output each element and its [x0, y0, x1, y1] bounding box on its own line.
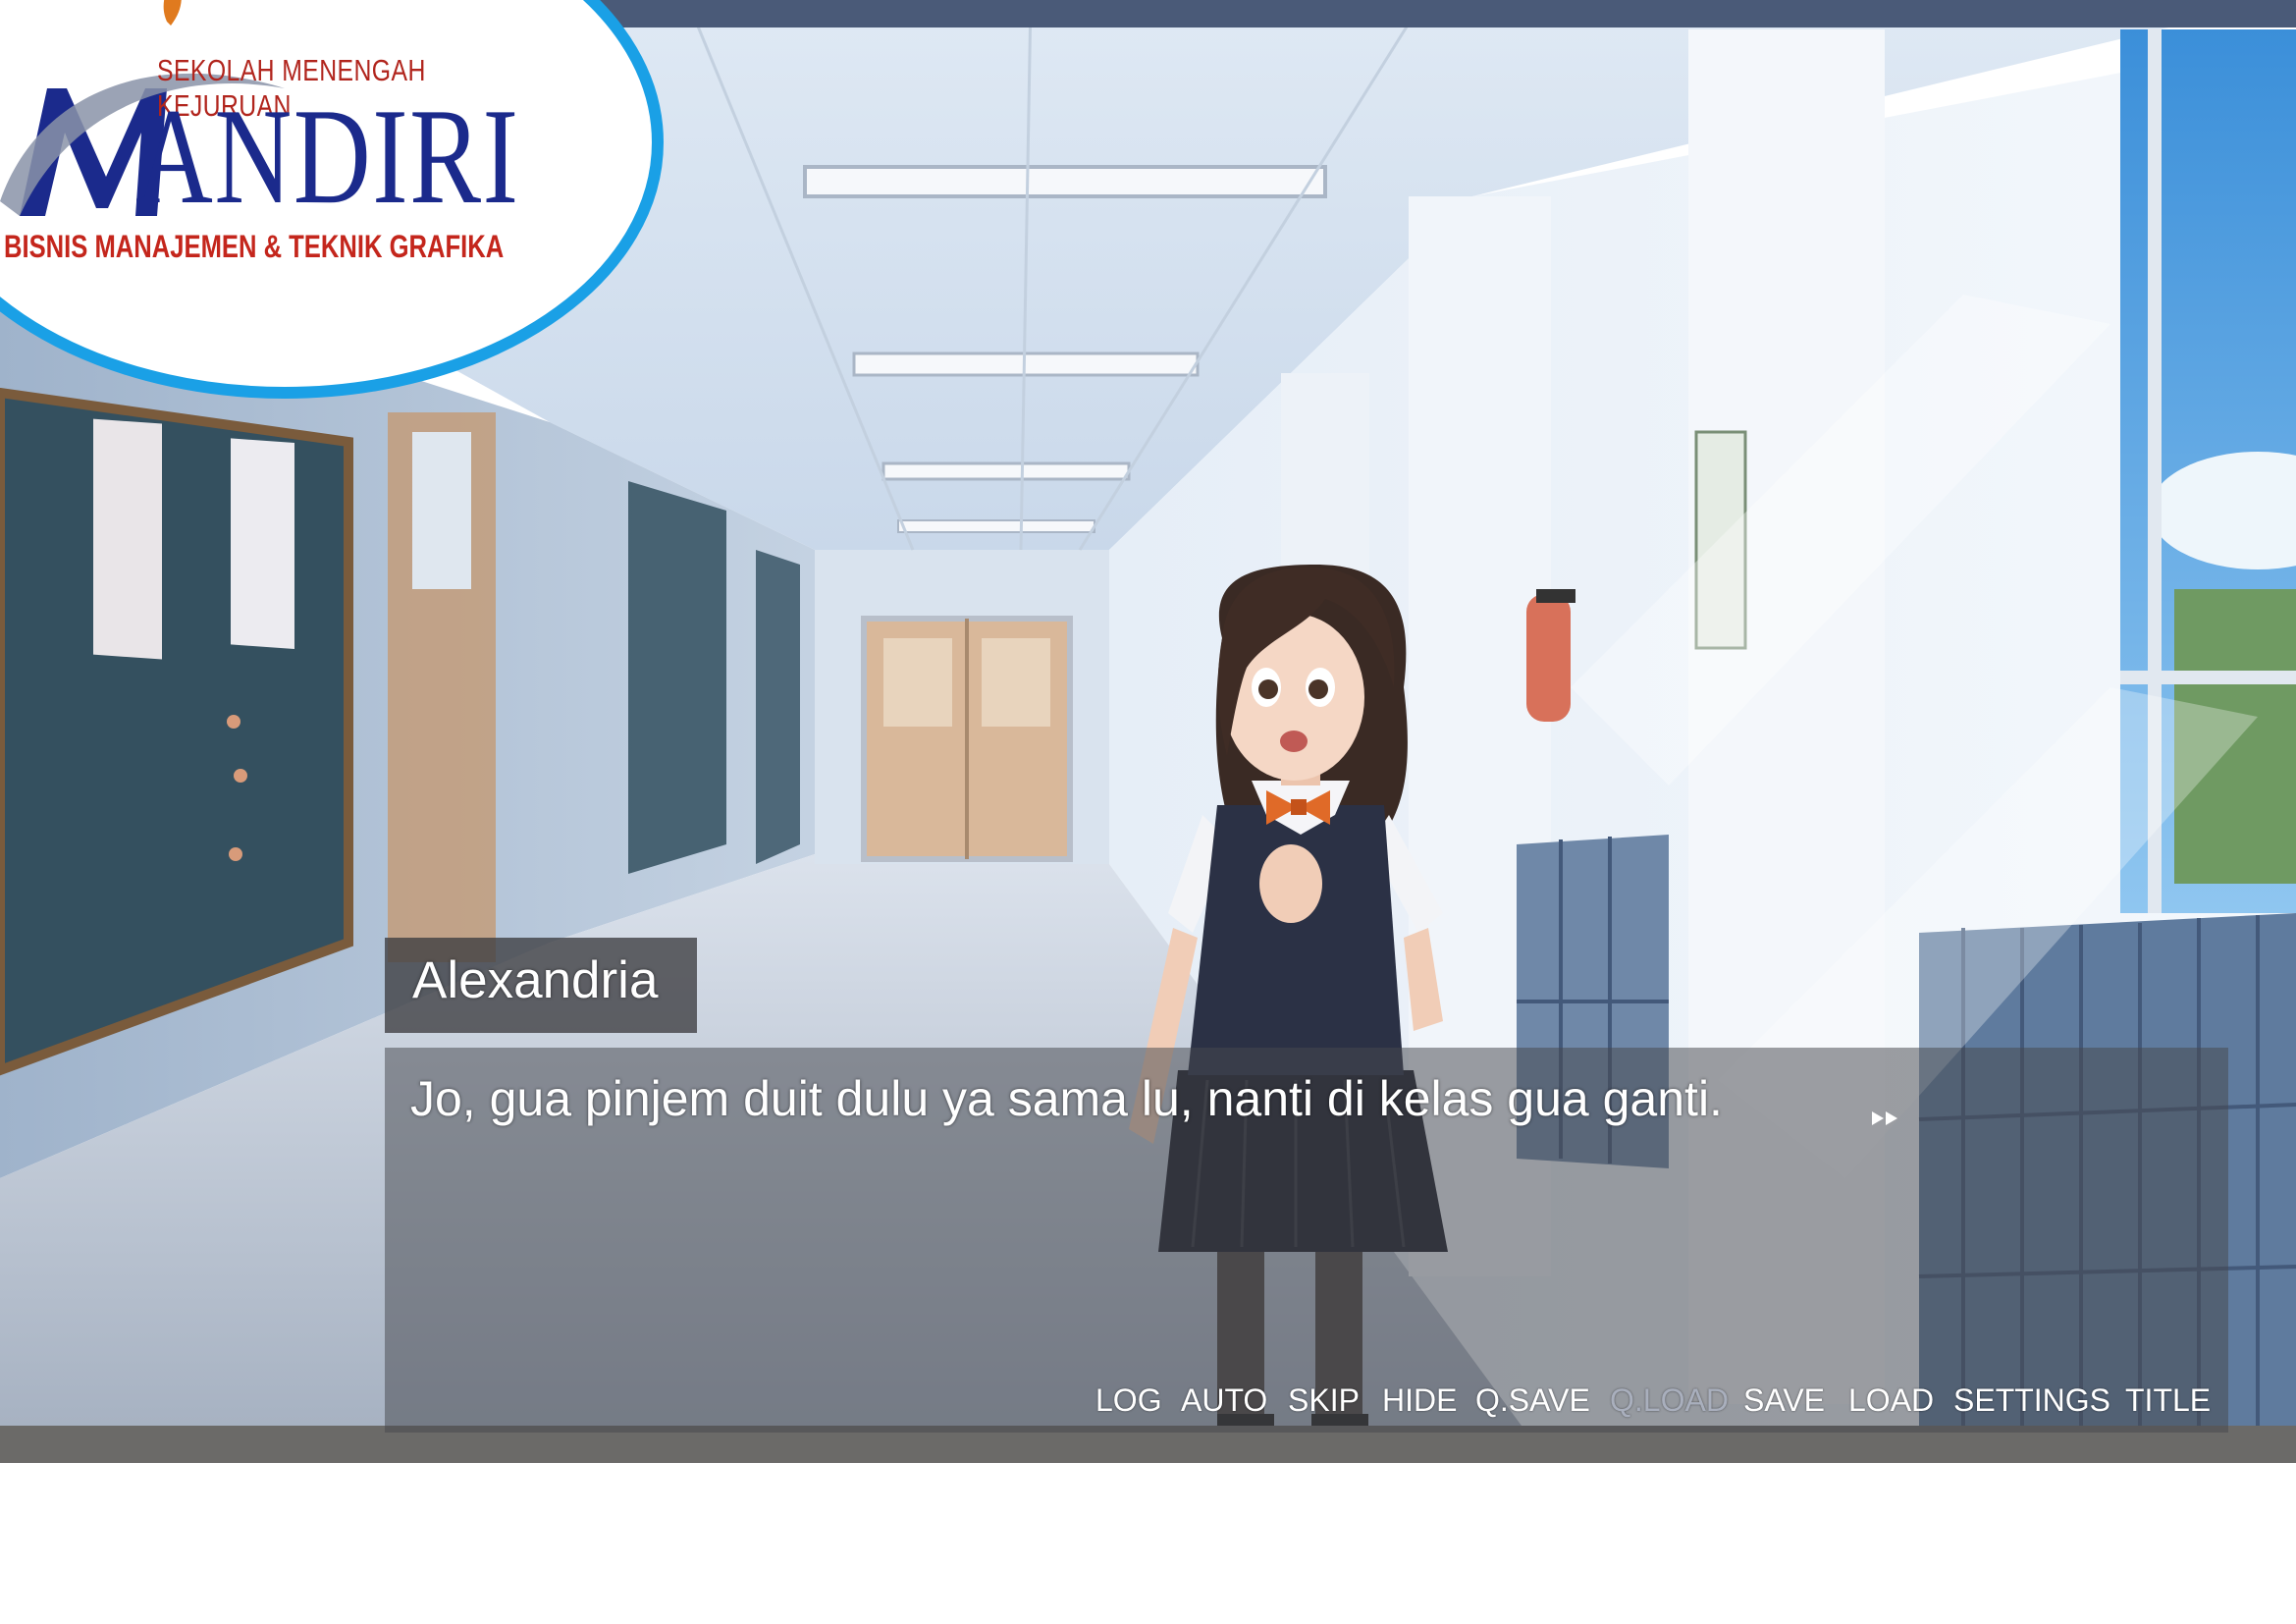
speaker-name: Alexandria [412, 951, 659, 1009]
menu-auto-button[interactable]: AUTO [1181, 1382, 1267, 1419]
menu-save-button[interactable]: SAVE [1743, 1382, 1825, 1419]
school-logo: SEKOLAH MENENGAH KEJURUAN ANDIRI BISNIS … [0, 0, 667, 422]
logo-tagline: BISNIS MANAJEMEN & TEKNIK GRAFIKA [4, 229, 505, 264]
menu-load-button[interactable]: LOAD [1848, 1382, 1934, 1419]
menu-qsave-button[interactable]: Q.SAVE [1475, 1382, 1590, 1419]
dialogue-text: Jo, gua pinjem duit dulu ya sama lu, nan… [410, 1071, 1723, 1126]
menu-qload-button: Q.LOAD [1610, 1382, 1729, 1418]
menu-settings-button[interactable]: SETTINGS [1953, 1382, 2110, 1419]
advance-arrow-icon [1872, 1111, 1897, 1125]
logo-name: ANDIRI [135, 81, 520, 233]
menu-log-button[interactable]: LOG [1095, 1382, 1162, 1419]
menu-title-button[interactable]: TITLE [2125, 1382, 2211, 1419]
menu-skip-button[interactable]: SKIP [1288, 1382, 1360, 1419]
menu-hide-button[interactable]: HIDE [1382, 1382, 1457, 1419]
game-scene[interactable]: SEKOLAH MENENGAH KEJURUAN ANDIRI BISNIS … [0, 0, 2296, 1463]
